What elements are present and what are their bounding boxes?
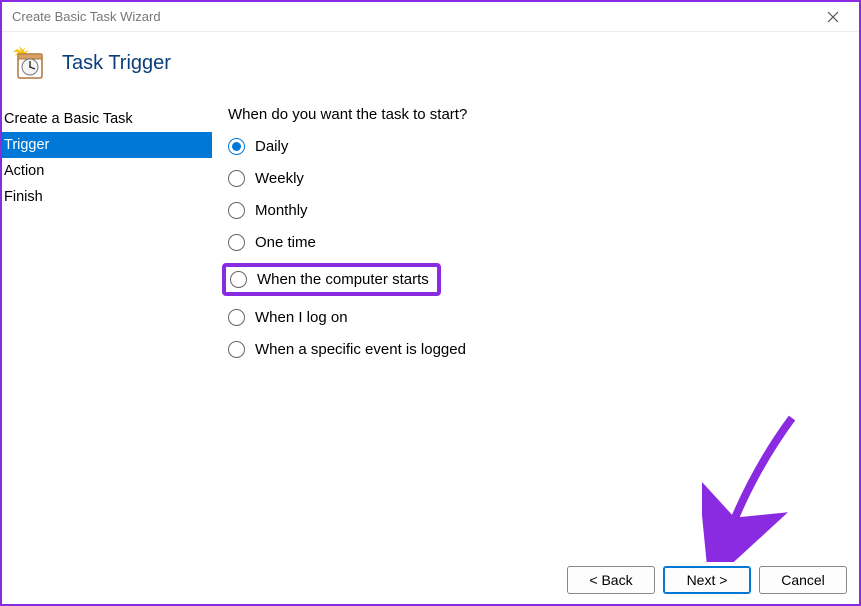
next-button[interactable]: Next > — [663, 566, 751, 594]
wizard-step[interactable]: Action — [2, 158, 212, 184]
trigger-option-label: Daily — [255, 138, 288, 155]
trigger-option-label: When a specific event is logged — [255, 341, 466, 358]
prompt-text: When do you want the task to start? — [228, 106, 849, 123]
trigger-options: Daily Weekly Monthly One time When the compu… — [228, 135, 849, 360]
titlebar: Create Basic Task Wizard — [2, 2, 859, 32]
trigger-option[interactable]: When I log on — [228, 306, 849, 328]
trigger-option[interactable]: Monthly — [228, 199, 849, 221]
wizard-step[interactable]: Trigger — [2, 132, 212, 158]
trigger-option[interactable]: Daily — [228, 135, 849, 157]
wizard-footer: < Back Next > Cancel — [567, 566, 847, 594]
radio-icon — [228, 234, 245, 251]
trigger-option[interactable]: Weekly — [228, 167, 849, 189]
wizard-header: Task Trigger — [2, 32, 859, 106]
wizard-step[interactable]: Create a Basic Task — [2, 106, 212, 132]
wizard-step[interactable]: Finish — [2, 184, 212, 210]
trigger-option[interactable]: When the computer starts — [230, 271, 429, 288]
trigger-option[interactable]: When a specific event is logged — [228, 338, 849, 360]
window-title: Create Basic Task Wizard — [12, 9, 813, 24]
wizard-body: Create a Basic TaskTriggerActionFinish W… — [2, 106, 859, 544]
radio-icon — [228, 341, 245, 358]
trigger-option-label: Monthly — [255, 202, 308, 219]
cancel-button[interactable]: Cancel — [759, 566, 847, 594]
trigger-option-label: When I log on — [255, 309, 348, 326]
trigger-option-label: Weekly — [255, 170, 304, 187]
radio-icon — [228, 138, 245, 155]
radio-icon — [230, 271, 247, 288]
close-icon[interactable] — [813, 3, 853, 31]
wizard-content: When do you want the task to start? Dail… — [212, 106, 859, 544]
back-button[interactable]: < Back — [567, 566, 655, 594]
highlight-box: When the computer starts — [222, 263, 441, 296]
clock-icon — [12, 46, 46, 80]
radio-icon — [228, 309, 245, 326]
page-title: Task Trigger — [62, 52, 171, 75]
radio-icon — [228, 202, 245, 219]
radio-icon — [228, 170, 245, 187]
trigger-option-label: When the computer starts — [257, 271, 429, 288]
wizard-steps: Create a Basic TaskTriggerActionFinish — [2, 106, 212, 544]
trigger-option[interactable]: One time — [228, 231, 849, 253]
trigger-option-label: One time — [255, 234, 316, 251]
